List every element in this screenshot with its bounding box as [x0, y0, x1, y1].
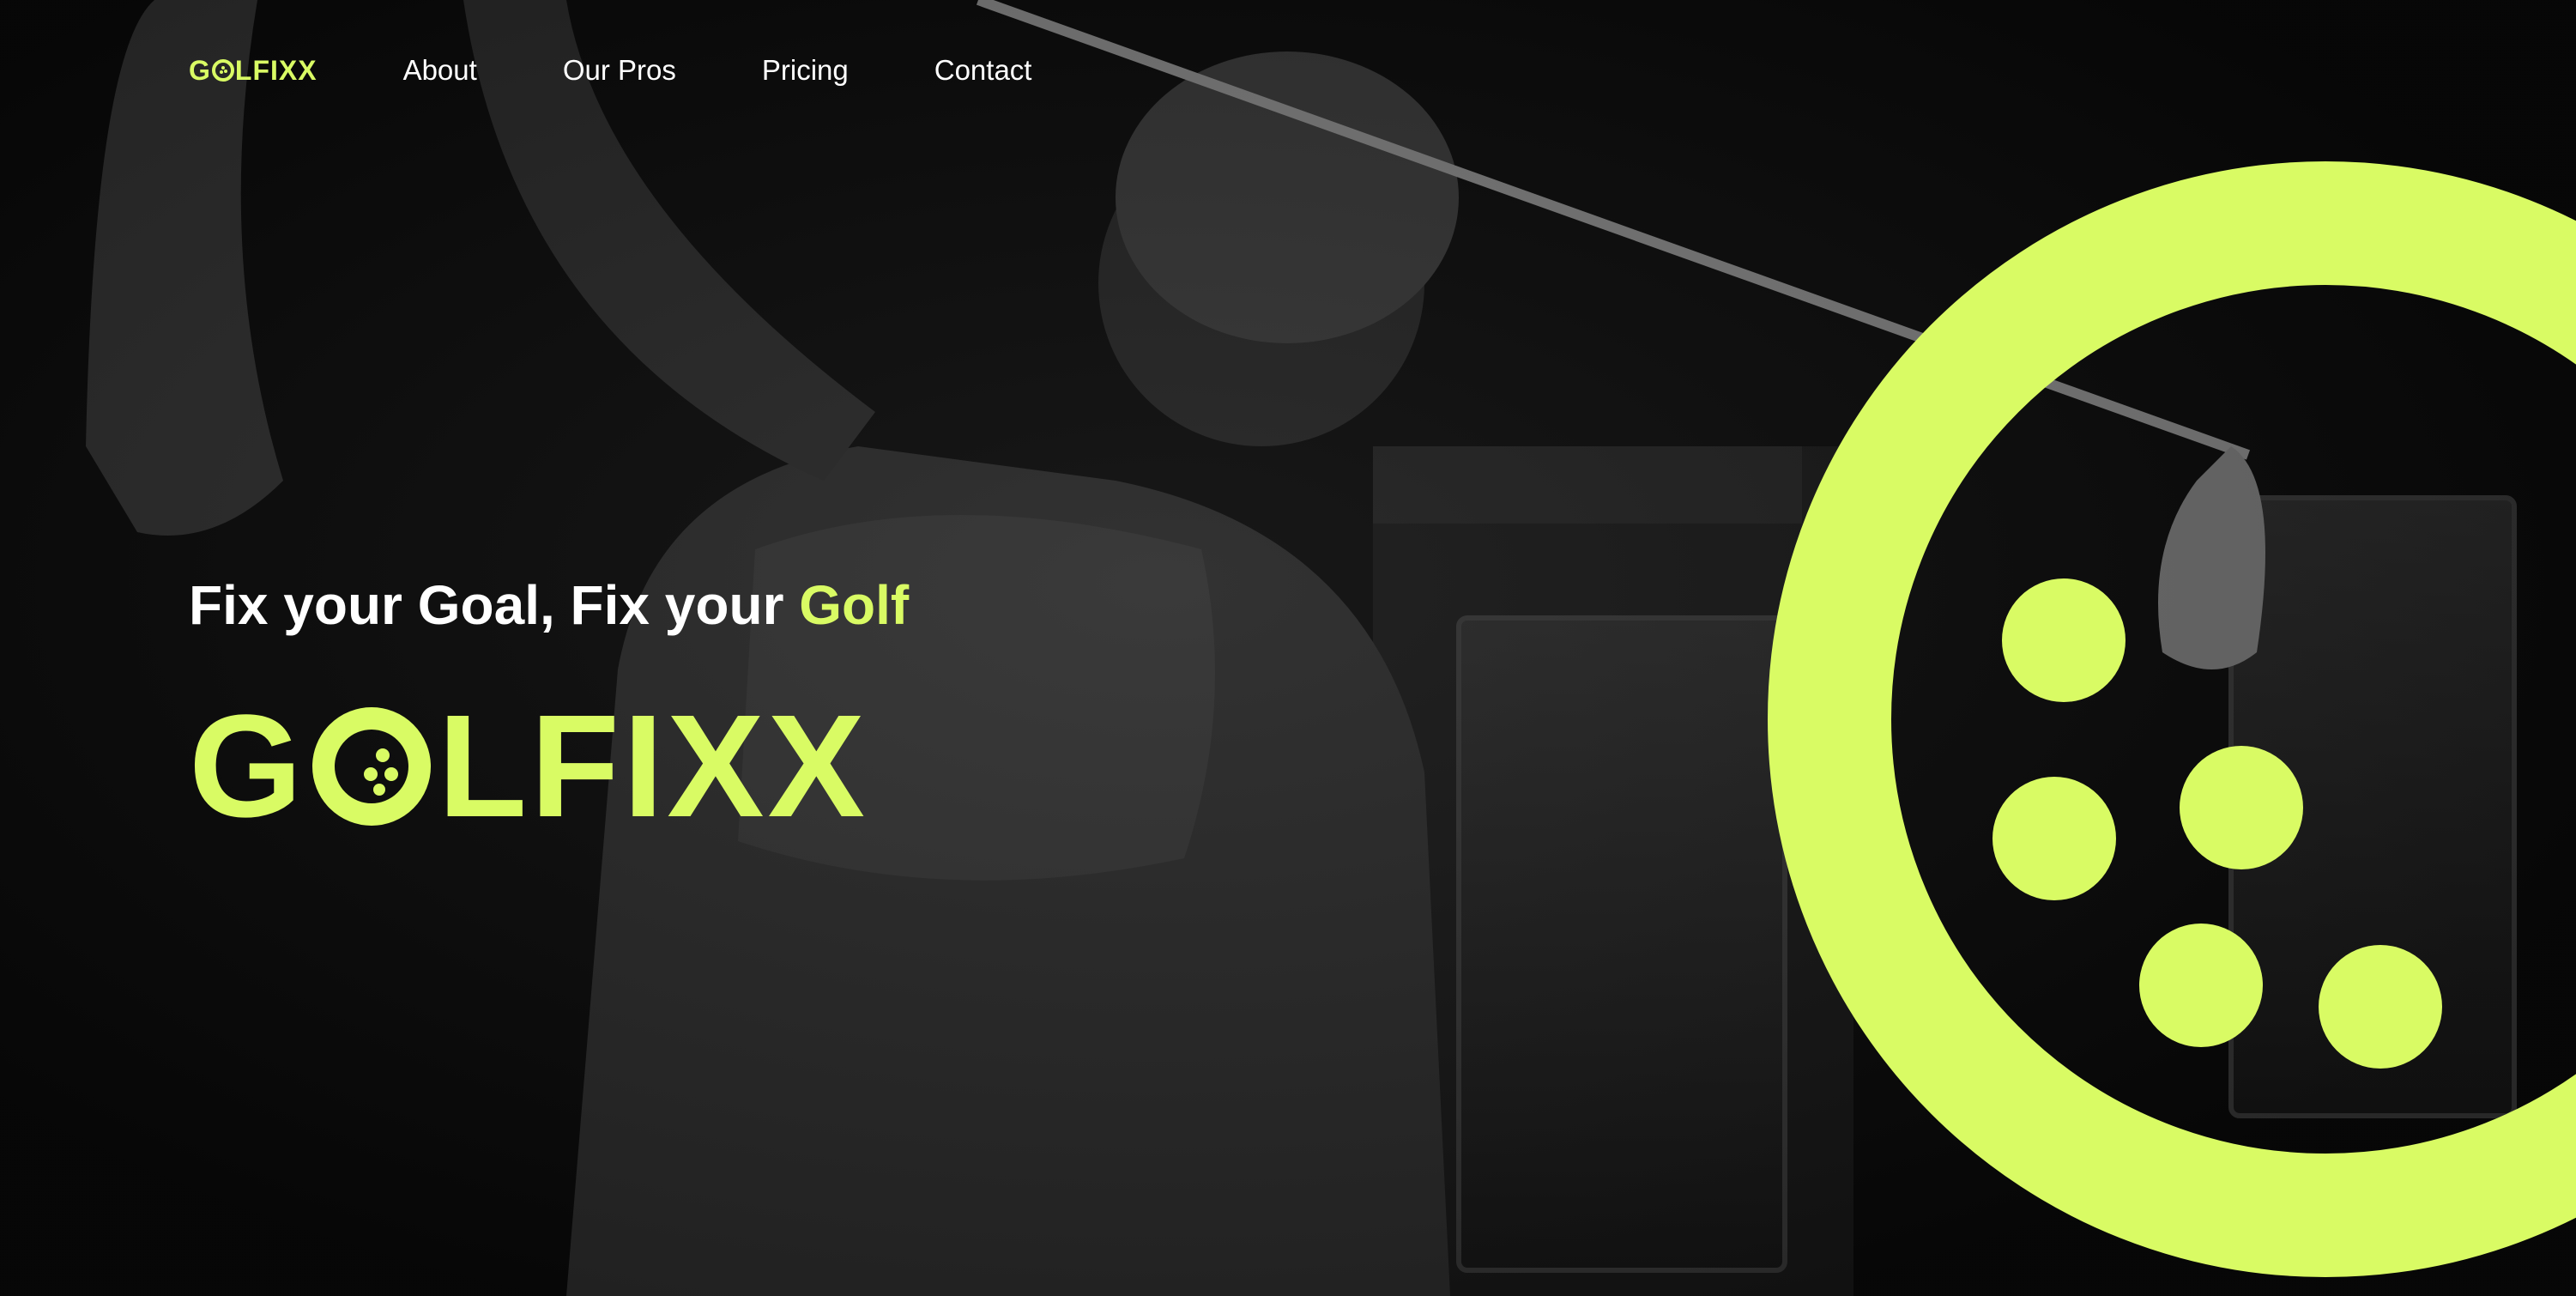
golf-ball-icon: [211, 59, 234, 82]
golf-ball-ring-icon: [1768, 161, 2576, 1277]
nav-logo[interactable]: G LFIXX: [189, 55, 317, 87]
golf-ball-icon: [312, 707, 432, 826]
nav-link-pricing[interactable]: Pricing: [762, 54, 849, 87]
hero-tagline-main: Fix your Goal, Fix your: [189, 574, 800, 636]
nav-link-contact[interactable]: Contact: [934, 54, 1032, 87]
wordmark-rest: LFIXX: [438, 685, 868, 848]
main-navigation: G LFIXX About Our Pros Pricing Contact: [189, 50, 1117, 91]
hero-tagline: Fix your Goal, Fix your Golf: [189, 573, 909, 637]
hero-tagline-accent: Golf: [799, 574, 910, 636]
wordmark-g: G: [189, 685, 306, 848]
nav-logo-text-rest: LFIXX: [234, 54, 317, 86]
nav-link-our-pros[interactable]: Our Pros: [563, 54, 676, 87]
hero-section: G LFIXX About Our Pros Pricing Contact F…: [0, 0, 2576, 1296]
hero-wordmark: G LFIXX: [189, 693, 868, 839]
nav-link-about[interactable]: About: [403, 54, 477, 87]
nav-logo-text-g: G: [189, 54, 211, 86]
